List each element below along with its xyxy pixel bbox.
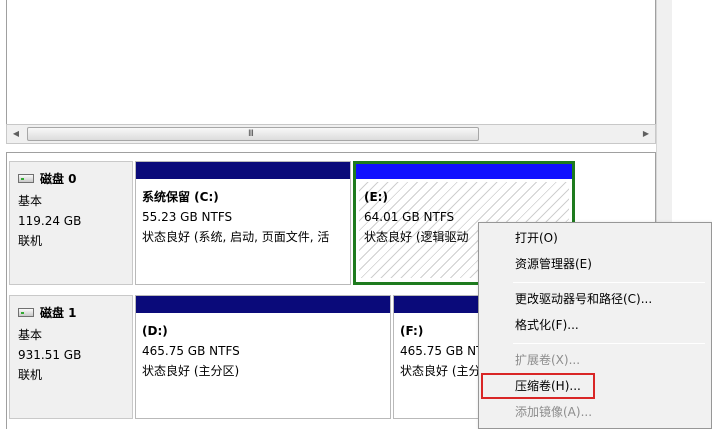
context-menu: 打开(O) 资源管理器(E) 更改驱动器号和路径(C)... 格式化(F)...…	[478, 222, 712, 429]
volume-bar	[356, 164, 572, 179]
volume-status: 状态良好 (系统, 启动, 页面文件, 活	[142, 230, 330, 244]
disk-size: 119.24 GB	[18, 214, 82, 228]
scroll-right-arrow-icon[interactable]: ▶	[640, 128, 652, 140]
menu-item-shrink-volume[interactable]: 压缩卷(H)...	[481, 373, 595, 399]
menu-separator	[513, 282, 705, 283]
volume-list-pane[interactable]	[6, 0, 656, 124]
volume-bar	[136, 162, 350, 179]
scrollbar-thumb[interactable]: III	[27, 127, 479, 141]
volume-title: (E:)	[364, 190, 388, 204]
scrollbar-grip: III	[248, 129, 254, 139]
disk-type: 基本	[18, 328, 43, 342]
volume-size-fs: 465.75 GB NTFS	[142, 344, 240, 358]
volume-d[interactable]: (D:) 465.75 GB NTFS 状态良好 (主分区)	[135, 295, 391, 419]
horizontal-scrollbar[interactable]: ◀ III ▶	[6, 124, 656, 144]
menu-item-open[interactable]: 打开(O)	[485, 227, 707, 249]
disk-size: 931.51 GB	[18, 348, 82, 362]
volume-bar	[136, 296, 390, 313]
disk-label-0[interactable]: 磁盘 0 基本 119.24 GB 联机	[9, 161, 133, 285]
disk-type: 基本	[18, 194, 43, 208]
volume-status: 状态良好 (主分区)	[142, 364, 240, 378]
hard-disk-icon	[18, 174, 34, 183]
disk-name: 磁盘 1	[40, 306, 77, 320]
hard-disk-icon	[18, 308, 34, 317]
disk-label-1[interactable]: 磁盘 1 基本 931.51 GB 联机	[9, 295, 133, 419]
volume-c[interactable]: 系统保留 (C:) 55.23 GB NTFS 状态良好 (系统, 启动, 页面…	[135, 161, 351, 285]
volume-title: 系统保留 (C:)	[142, 190, 219, 204]
volume-size-fs: 55.23 GB NTFS	[142, 210, 233, 224]
disk-status: 联机	[18, 368, 43, 382]
menu-item-change-drive-letter[interactable]: 更改驱动器号和路径(C)...	[485, 288, 707, 310]
menu-item-explorer[interactable]: 资源管理器(E)	[485, 253, 707, 275]
menu-item-format[interactable]: 格式化(F)...	[485, 314, 707, 336]
disk-status: 联机	[18, 234, 43, 248]
volume-title: (D:)	[142, 324, 168, 338]
disk-name: 磁盘 0	[40, 172, 77, 186]
menu-item-extend-volume: 扩展卷(X)...	[515, 353, 581, 367]
menu-separator	[513, 343, 705, 344]
menu-item-add-mirror: 添加镜像(A)...	[515, 405, 593, 419]
scroll-left-arrow-icon[interactable]: ◀	[10, 128, 22, 140]
